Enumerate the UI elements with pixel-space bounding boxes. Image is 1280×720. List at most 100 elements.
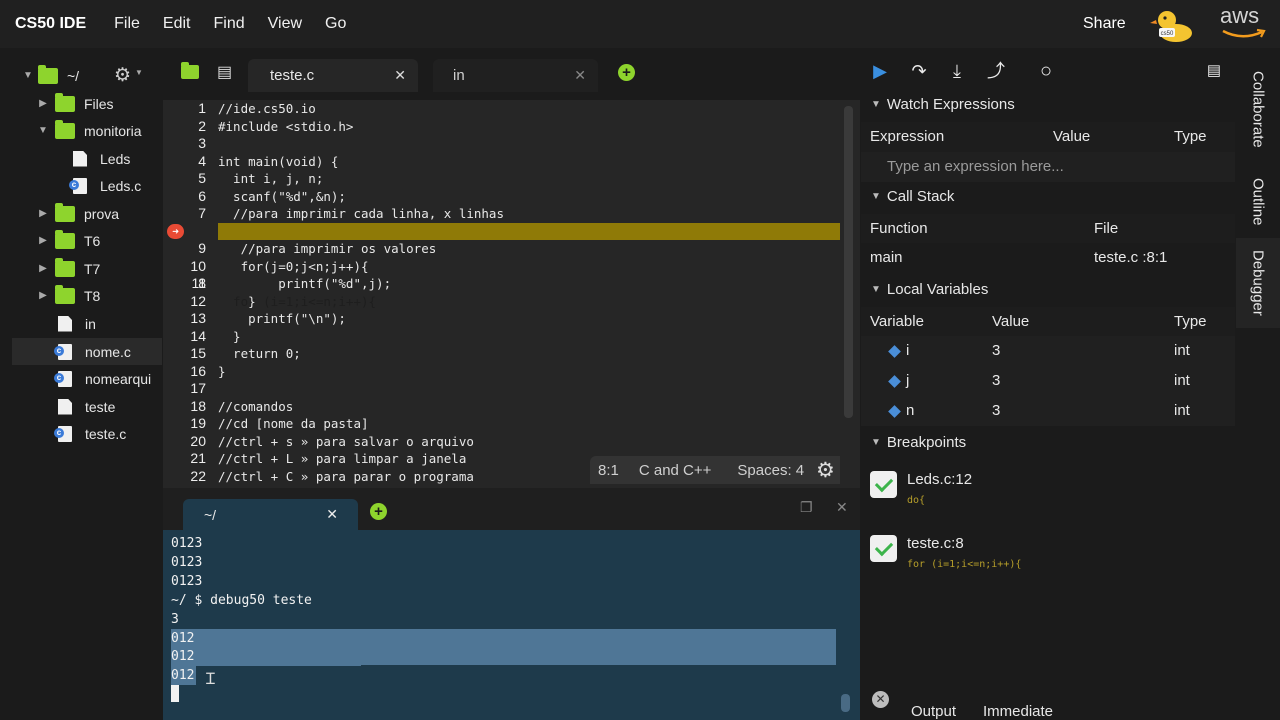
breakpoint-checkbox[interactable]: [870, 471, 897, 498]
tree-item-t6[interactable]: ▶ T6: [0, 227, 162, 254]
tree-item-files[interactable]: ▶ Files: [0, 90, 162, 117]
tab-terminal[interactable]: ~/ ✕: [183, 499, 358, 530]
new-terminal-button[interactable]: +: [370, 503, 387, 520]
outline-toggle-icon[interactable]: ▤: [217, 62, 232, 82]
share-button[interactable]: Share: [1083, 15, 1126, 33]
local-variables-header[interactable]: ▼ Local Variables: [861, 275, 1235, 303]
terminal[interactable]: 0123 0123 0123 ~/ $ debug50 teste 3 012 …: [163, 530, 860, 720]
chevron-down-icon[interactable]: ▼: [871, 191, 881, 202]
stop-icon[interactable]: ○: [1035, 60, 1057, 82]
tree-item-prova[interactable]: ▶ prova: [0, 200, 162, 227]
breakpoint-arrow-icon[interactable]: ➜: [167, 223, 184, 239]
app-brand[interactable]: CS50 IDE: [15, 15, 86, 33]
code-text[interactable]: //ctrl + s » para salvar o arquivo: [218, 433, 474, 451]
menu-go[interactable]: Go: [325, 15, 346, 33]
panel-menu-icon[interactable]: ▤: [1203, 60, 1225, 82]
tree-item-nome-c[interactable]: nome.c: [12, 338, 162, 365]
cursor-position[interactable]: 8:1: [598, 462, 619, 479]
folder-icon[interactable]: [181, 62, 199, 84]
gear-icon[interactable]: ⚙: [816, 458, 835, 483]
code-text[interactable]: printf("%d",j);: [218, 275, 391, 293]
variable-row[interactable]: j 3 int: [861, 366, 1235, 396]
tree-item-teste[interactable]: teste: [0, 393, 162, 420]
code-editor[interactable]: 1 //ide.cs50.io 2 #include <stdio.h> 3 4 in…: [163, 100, 860, 488]
watch-expressions-header[interactable]: ▼ Watch Expressions: [861, 90, 1235, 118]
chevron-right-icon[interactable]: ▶: [38, 263, 48, 274]
output-tab[interactable]: Output: [911, 703, 956, 720]
menu-view[interactable]: View: [268, 15, 302, 33]
code-text[interactable]: }: [218, 293, 256, 311]
chevron-down-icon[interactable]: ▼: [871, 99, 881, 110]
tree-item-nomearqui[interactable]: nomearqui: [0, 365, 162, 392]
maximize-icon[interactable]: ❐: [800, 499, 813, 516]
code-text[interactable]: //ide.cs50.io: [218, 100, 316, 118]
code-text[interactable]: scanf("%d",&n);: [218, 188, 346, 206]
gear-icon[interactable]: ⚙: [114, 64, 131, 87]
code-text[interactable]: //ctrl + C » para parar o programa: [218, 468, 474, 486]
close-icon[interactable]: ✕: [326, 506, 338, 523]
code-text[interactable]: //para imprimir cada linha, x linhas: [218, 205, 504, 223]
code-text[interactable]: //ctrl + L » para limpar a janela: [218, 450, 466, 468]
code-text[interactable]: return 0;: [218, 345, 301, 363]
code-text[interactable]: //para imprimir os valores: [218, 240, 437, 258]
call-stack-header[interactable]: ▼ Call Stack: [861, 182, 1235, 210]
tab-in[interactable]: in ✕: [433, 59, 598, 92]
tab-outline[interactable]: Outline: [1236, 164, 1280, 240]
language-mode[interactable]: C and C++: [639, 462, 712, 479]
breakpoint-checkbox[interactable]: [870, 535, 897, 562]
chevron-right-icon[interactable]: ▶: [38, 235, 48, 246]
resume-icon[interactable]: ▶: [869, 60, 891, 82]
watch-placeholder[interactable]: Type an expression here...: [887, 152, 1064, 182]
code-text[interactable]: }: [218, 328, 241, 346]
menu-edit[interactable]: Edit: [163, 15, 191, 33]
variable-row[interactable]: n 3 int: [861, 396, 1235, 426]
chevron-down-icon[interactable]: ▼: [135, 68, 143, 77]
tree-root[interactable]: ▼ ~/ ⚙ ▼: [0, 62, 162, 89]
tree-item-t8[interactable]: ▶ T8: [0, 282, 162, 309]
tab-debugger[interactable]: Debugger: [1236, 238, 1280, 328]
tab-collaborate[interactable]: Collaborate: [1236, 54, 1280, 164]
code-text[interactable]: }: [218, 363, 226, 381]
step-over-icon[interactable]: ↷: [908, 60, 930, 82]
code-text[interactable]: int main(void) {: [218, 153, 338, 171]
code-text[interactable]: //cd [nome da pasta]: [218, 415, 369, 433]
immediate-tab[interactable]: Immediate: [983, 703, 1053, 720]
editor-scrollbar[interactable]: [844, 106, 853, 418]
close-icon[interactable]: ✕: [574, 67, 586, 84]
cs50-duck-logo[interactable]: cs50: [1150, 6, 1194, 44]
indent-setting[interactable]: Spaces: 4: [737, 462, 804, 479]
code-text[interactable]: #include <stdio.h>: [218, 118, 353, 136]
chevron-down-icon[interactable]: ▼: [38, 125, 48, 136]
terminal-scrollbar[interactable]: [841, 694, 850, 712]
tab-teste-c[interactable]: teste.c ✕: [248, 59, 418, 92]
tree-item-t7[interactable]: ▶ T7: [0, 255, 162, 282]
close-icon[interactable]: ✕: [836, 499, 848, 516]
tree-item-in[interactable]: in: [0, 310, 162, 337]
tree-item-monitoria[interactable]: ▼ monitoria: [0, 117, 162, 144]
breakpoint-item[interactable]: teste.c:8 for (i=1;i<=n;i++){: [861, 529, 1235, 589]
tree-item-teste-c[interactable]: teste.c: [0, 420, 162, 447]
chevron-down-icon[interactable]: ▼: [23, 70, 33, 81]
tree-item-leds[interactable]: Leds: [0, 145, 162, 172]
chevron-down-icon[interactable]: ▼: [871, 437, 881, 448]
chevron-right-icon[interactable]: ▶: [38, 290, 48, 301]
code-text[interactable]: for(j=0;j<n;j++){: [218, 258, 369, 276]
step-out-icon[interactable]: ⤴: [985, 60, 1007, 82]
close-icon[interactable]: ✕: [394, 67, 406, 84]
chevron-down-icon[interactable]: ▼: [871, 284, 881, 295]
chevron-right-icon[interactable]: ▶: [38, 208, 48, 219]
step-into-icon[interactable]: ⤓: [946, 60, 968, 82]
close-icon[interactable]: ✕: [872, 691, 889, 708]
tree-item-leds-c[interactable]: Leds.c: [0, 172, 162, 199]
code-text[interactable]: int i, j, n;: [218, 170, 323, 188]
menu-file[interactable]: File: [114, 15, 140, 33]
callstack-row[interactable]: main teste.c :8:1: [861, 243, 1235, 273]
code-text[interactable]: printf("\n");: [218, 310, 346, 328]
menu-find[interactable]: Find: [214, 15, 245, 33]
variable-row[interactable]: i 3 int: [861, 336, 1235, 366]
new-tab-button[interactable]: +: [618, 64, 635, 81]
chevron-right-icon[interactable]: ▶: [38, 98, 48, 109]
breakpoints-header[interactable]: ▼ Breakpoints: [861, 428, 1235, 456]
watch-expression-input[interactable]: Type an expression here...: [861, 152, 1235, 182]
code-text[interactable]: //comandos: [218, 398, 293, 416]
